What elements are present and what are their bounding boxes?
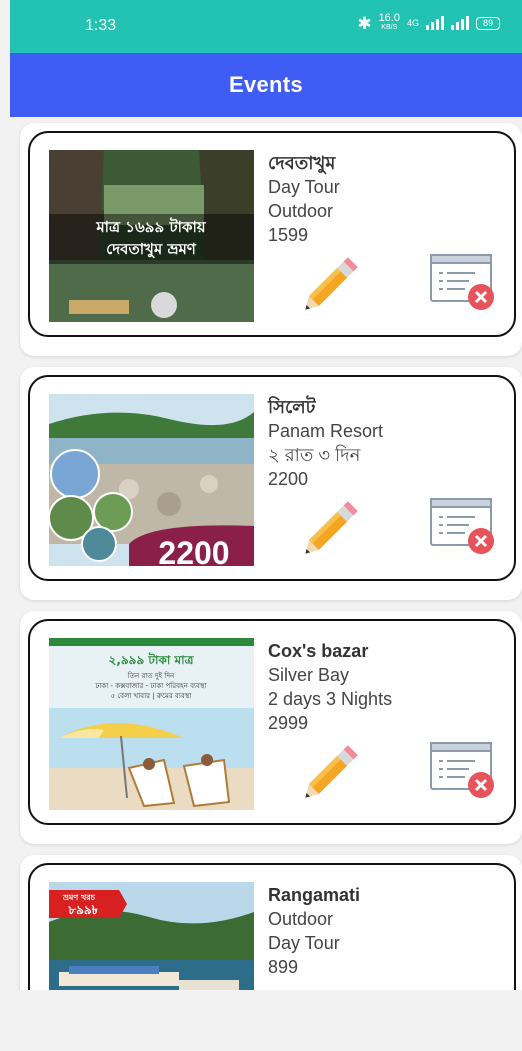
net-speed-value: 16.0 bbox=[378, 12, 400, 24]
list-delete-icon bbox=[430, 498, 494, 554]
pencil-icon bbox=[305, 501, 358, 554]
event-image: ২,৯৯৯ টাকা মাত্র তিন রাত দুই দিন ঢাকা - … bbox=[49, 638, 254, 810]
event-category: ২ রাত ৩ দিন bbox=[268, 445, 361, 465]
event-type: Outdoor bbox=[268, 909, 334, 929]
list-delete-icon bbox=[430, 742, 494, 798]
image-caption-2: তিন রাত দুই দিন bbox=[127, 672, 175, 680]
delete-button[interactable] bbox=[429, 495, 497, 559]
event-type: Day Tour bbox=[268, 177, 340, 197]
image-caption-4: ৫ বেলা খাবার | রুমের ব্যবস্থা bbox=[111, 692, 193, 700]
event-price: 2200 bbox=[268, 469, 309, 489]
event-card-inner: ভ্রমণ খরচ ৮৯৯৳ Rangamati Outdoor Day Tou… bbox=[28, 863, 516, 990]
event-image: 2200 bbox=[49, 394, 254, 566]
pencil-icon bbox=[305, 745, 358, 798]
event-category: 2 days 3 Nights bbox=[268, 689, 393, 709]
image-caption-2: ৮৯৯৳ bbox=[67, 903, 97, 917]
app-bar: Events bbox=[10, 53, 522, 117]
delete-button[interactable] bbox=[429, 739, 497, 803]
event-info: Cox's bazar Silver Bay 2 days 3 Nights 2… bbox=[268, 639, 508, 735]
net-speed: 16.0 KB/S bbox=[378, 12, 400, 32]
event-card-inner: ২,৯৯৯ টাকা মাত্র তিন রাত দুই দিন ঢাকা - … bbox=[28, 619, 516, 825]
edit-button[interactable] bbox=[302, 739, 364, 801]
battery-icon: 89 bbox=[476, 16, 500, 30]
network-type: 4G bbox=[406, 18, 419, 28]
event-list[interactable]: মাত্র ১৬৯৯ টাকায় দেবতাখুম ভ্রমণ দেবতাখু… bbox=[10, 117, 522, 990]
signal-icon-2 bbox=[451, 16, 469, 30]
status-icons: ✱ 16.0 KB/S 4G 89 bbox=[357, 12, 500, 33]
image-caption-3: ঢাকা - কক্সবাজার - ঢাকা পরিবহন ব্যবস্থা bbox=[94, 682, 207, 690]
event-card[interactable]: ২,৯৯৯ টাকা মাত্র তিন রাত দুই দিন ঢাকা - … bbox=[20, 611, 522, 844]
event-card-inner: 2200 সিলেট Panam Resort ২ রাত ৩ দিন 2200 bbox=[28, 375, 516, 581]
event-title: Rangamati bbox=[268, 885, 361, 905]
event-category: Outdoor bbox=[268, 201, 334, 221]
event-card-inner: মাত্র ১৬৯৯ টাকায় দেবতাখুম ভ্রমণ দেবতাখু… bbox=[28, 131, 516, 337]
event-info: সিলেট Panam Resort ২ রাত ৩ দিন 2200 bbox=[268, 395, 508, 491]
event-type: Panam Resort bbox=[268, 421, 384, 441]
event-title: Cox's bazar bbox=[268, 641, 369, 661]
event-title: সিলেট bbox=[268, 397, 316, 417]
image-caption-2: দেবতাখুম ভ্রমণ bbox=[106, 240, 197, 258]
image-caption-1: ২,৯৯৯ টাকা মাত্র bbox=[109, 652, 195, 667]
event-card[interactable]: 2200 সিলেট Panam Resort ২ রাত ৩ দিন 2200 bbox=[20, 367, 522, 600]
status-bar: 1:33 ✱ 16.0 KB/S 4G 89 bbox=[10, 0, 522, 53]
edit-button[interactable] bbox=[302, 251, 364, 313]
event-card[interactable]: ভ্রমণ খরচ ৮৯৯৳ Rangamati Outdoor Day Tou… bbox=[20, 855, 522, 990]
event-card[interactable]: মাত্র ১৬৯৯ টাকায় দেবতাখুম ভ্রমণ দেবতাখু… bbox=[20, 123, 522, 356]
page-title: Events bbox=[229, 72, 303, 97]
image-caption-1: ভ্রমণ খরচ bbox=[62, 893, 96, 902]
image-caption-1: মাত্র ১৬৯৯ টাকায় bbox=[95, 217, 206, 236]
event-category: Day Tour bbox=[268, 933, 340, 953]
event-image: ভ্রমণ খরচ ৮৯৯৳ bbox=[49, 882, 254, 990]
event-price: 1599 bbox=[268, 225, 309, 245]
list-delete-icon bbox=[430, 254, 494, 310]
status-time: 1:33 bbox=[85, 17, 117, 34]
edit-button[interactable] bbox=[302, 495, 364, 557]
pencil-icon bbox=[305, 257, 358, 310]
image-price-label: 2200 bbox=[158, 535, 229, 566]
event-info: Rangamati Outdoor Day Tour 899 bbox=[268, 883, 508, 979]
event-info: দেবতাখুম Day Tour Outdoor 1599 bbox=[268, 151, 508, 247]
bluetooth-icon: ✱ bbox=[357, 13, 372, 33]
delete-button[interactable] bbox=[429, 251, 497, 315]
event-type: Silver Bay bbox=[268, 665, 350, 685]
bottom-blank-area bbox=[0, 990, 522, 1051]
net-speed-unit: KB/S bbox=[381, 24, 398, 31]
battery-level: 89 bbox=[482, 18, 493, 28]
event-title: দেবতাখুম bbox=[268, 153, 336, 173]
event-price: 2999 bbox=[268, 713, 309, 733]
event-price: 899 bbox=[268, 957, 299, 977]
event-image: মাত্র ১৬৯৯ টাকায় দেবতাখুম ভ্রমণ bbox=[49, 150, 254, 322]
signal-icon bbox=[426, 16, 444, 30]
